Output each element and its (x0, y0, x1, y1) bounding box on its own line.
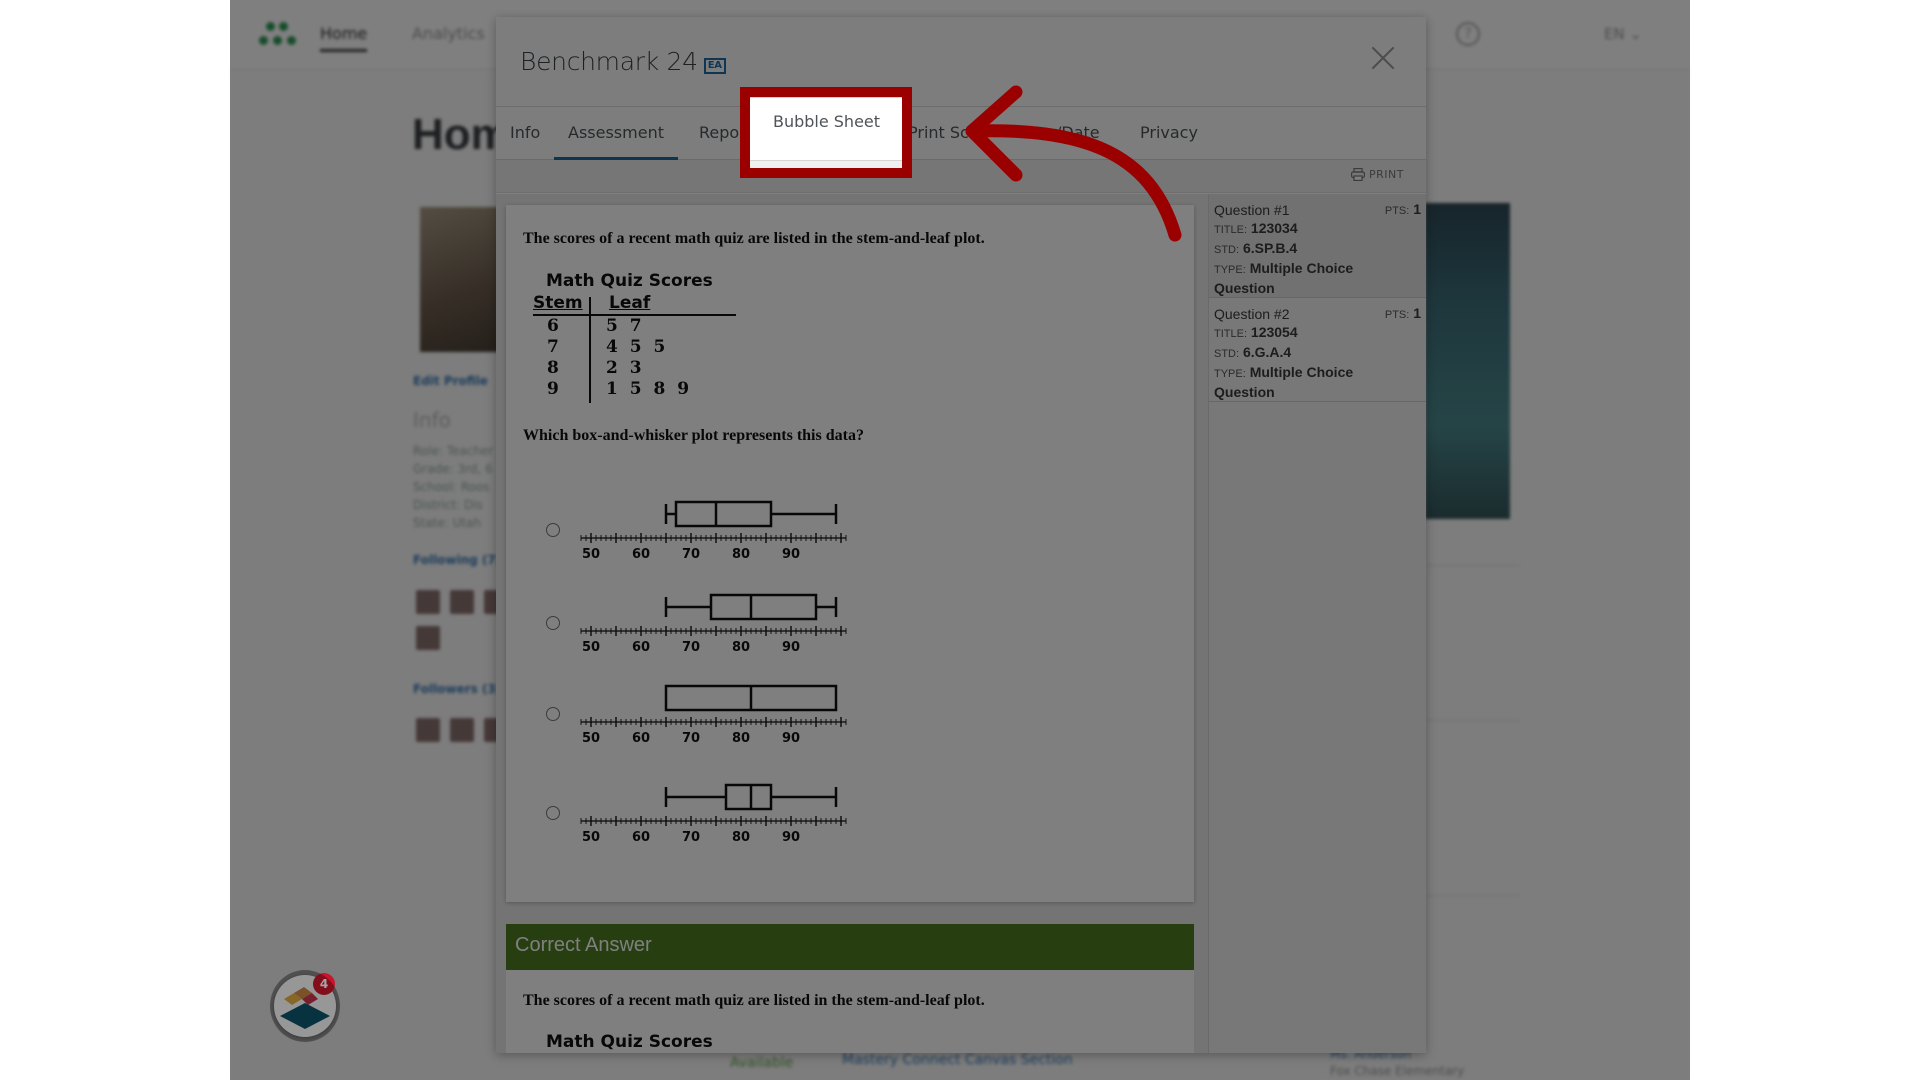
screen: Home Analytics ? EN ⌄ Home Edit Profile … (0, 0, 1920, 1080)
annotation-highlight-box (740, 87, 912, 178)
dim-overlay (230, 0, 1690, 1080)
notification-badge: 4 (313, 973, 335, 995)
